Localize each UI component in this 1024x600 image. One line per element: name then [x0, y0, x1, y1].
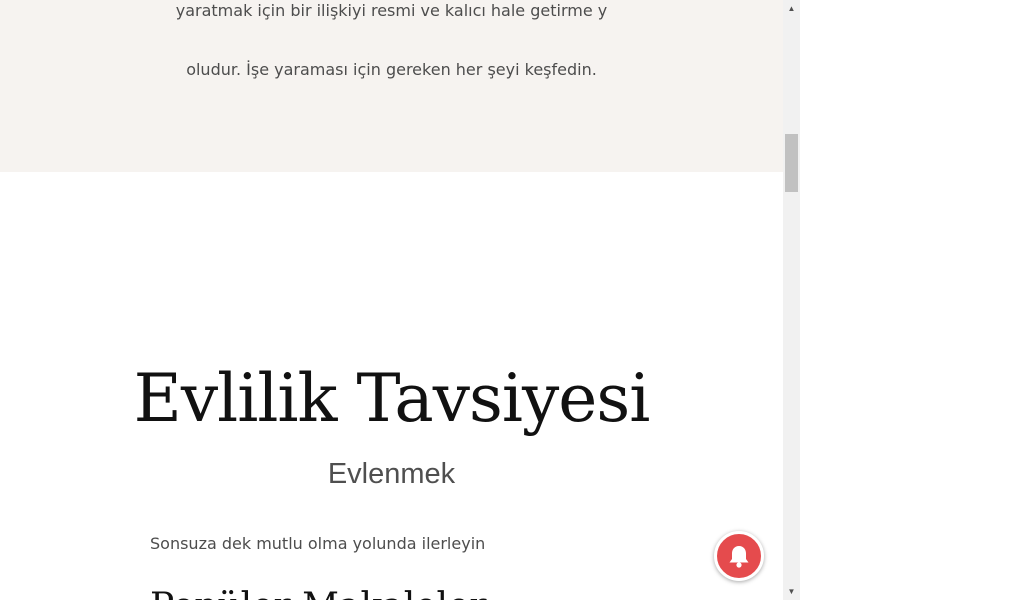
scroll-down-arrow[interactable]: ▼ — [783, 583, 800, 600]
intro-text-line-1: yaratmak için bir ilişkiyi resmi ve kalı… — [175, 1, 608, 20]
section-subtitle: Evlenmek — [327, 458, 456, 490]
page-viewport: yaratmak için bir ilişkiyi resmi ve kalı… — [0, 0, 783, 600]
scroll-up-arrow[interactable]: ▲ — [783, 0, 800, 17]
blank-area — [800, 0, 1024, 600]
bell-icon — [729, 546, 749, 568]
vertical-scrollbar[interactable]: ▲ ▼ — [783, 0, 800, 600]
section-title: Evlilik Tavsiyesi — [133, 360, 651, 437]
section-body-text: Sonsuza dek mutlu olma yolunda ilerleyin — [150, 534, 486, 553]
notification-button[interactable] — [714, 531, 764, 581]
intro-section: yaratmak için bir ilişkiyi resmi ve kalı… — [0, 0, 783, 172]
intro-text-line-2: oludur. İşe yaraması için gereken her şe… — [186, 60, 597, 79]
scroll-thumb[interactable] — [785, 134, 798, 192]
next-section-heading: Popüler Makaleler — [150, 586, 487, 600]
